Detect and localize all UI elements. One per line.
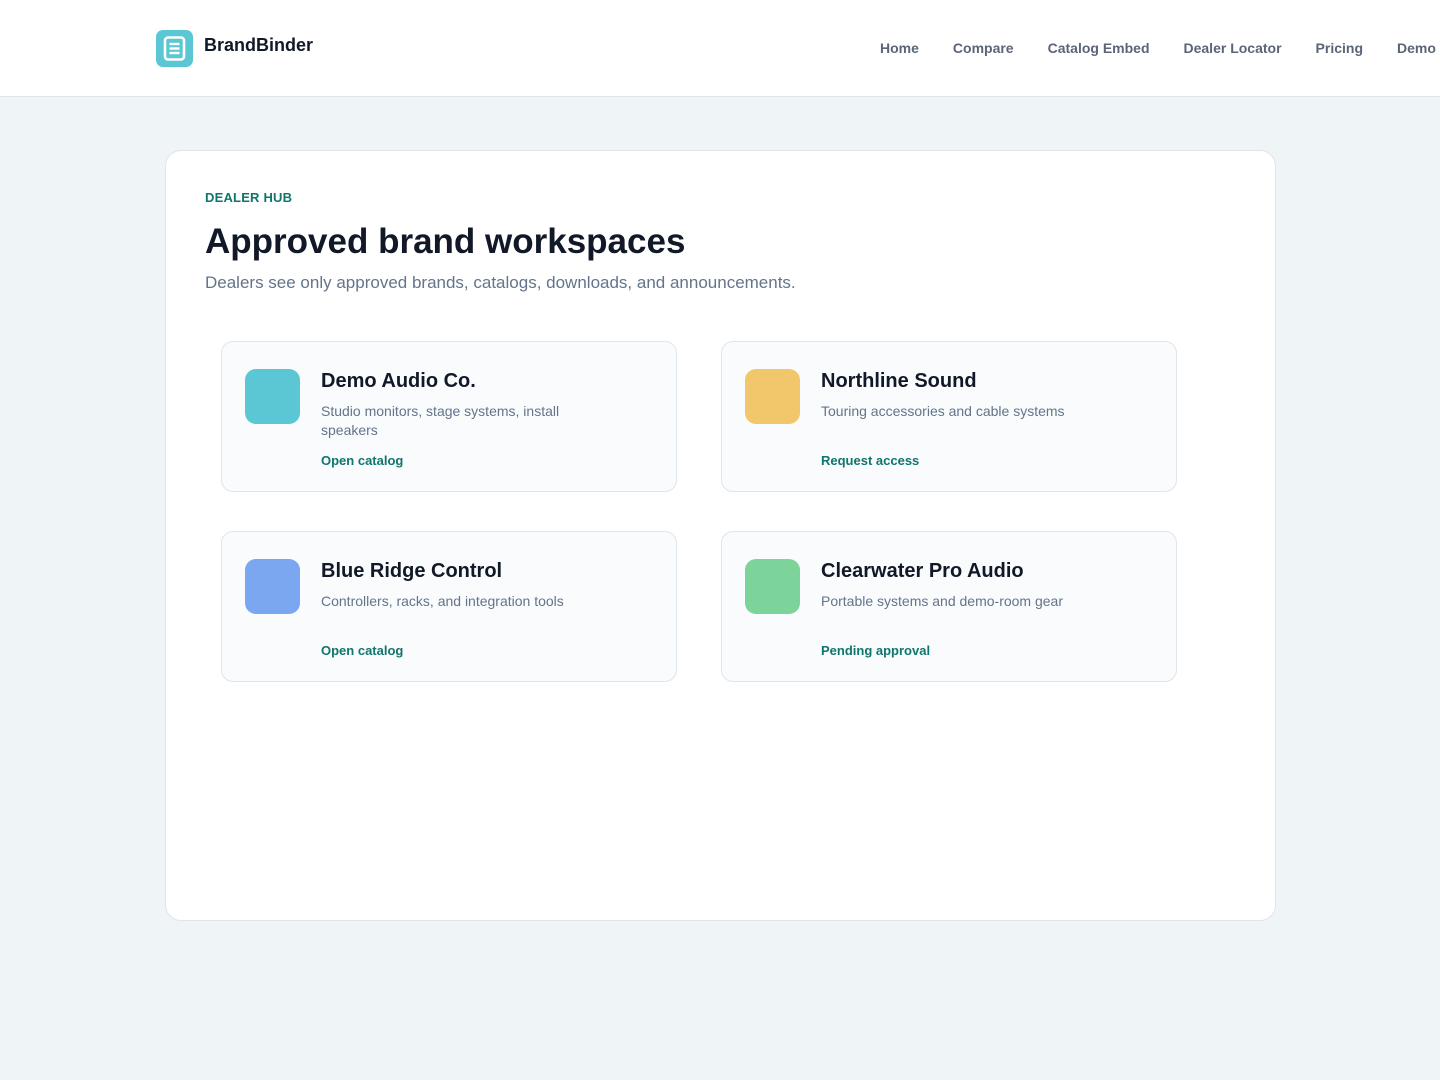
brand-card-demo-audio[interactable]: Demo Audio Co. Studio monitors, stage sy…	[221, 341, 677, 492]
nav-compare[interactable]: Compare	[953, 40, 1014, 56]
brand-color-tile	[745, 369, 800, 424]
brand-color-tile	[245, 559, 300, 614]
brand-card-description: Studio monitors, stage systems, install …	[321, 403, 560, 438]
brand-card-clearwater[interactable]: Clearwater Pro Audio Portable systems an…	[721, 531, 1177, 682]
nav-catalog-embed[interactable]: Catalog Embed	[1048, 40, 1150, 56]
brand-card-title: Demo Audio Co.	[321, 370, 476, 392]
open-catalog-link[interactable]: Open catalog	[321, 643, 403, 658]
open-catalog-link[interactable]: Open catalog	[321, 453, 403, 468]
brand-card-description: Touring accessories and cable systems	[821, 403, 1065, 419]
brand-home-link[interactable]: BrandBinder	[156, 30, 313, 67]
pending-approval-link[interactable]: Pending approval	[821, 643, 930, 658]
brand-card-blue-ridge[interactable]: Blue Ridge Control Controllers, racks, a…	[221, 531, 677, 682]
dealer-hub-panel: DEALER HUB Approved brand workspaces Dea…	[165, 150, 1276, 921]
brand-card-northline[interactable]: Northline Sound Touring accessories and …	[721, 341, 1177, 492]
brand-name: BrandBinder	[204, 35, 314, 55]
main-nav: Home Compare Catalog Embed Dealer Locato…	[880, 40, 1440, 56]
brand-color-tile	[245, 369, 300, 424]
top-navigation-bar: BrandBinder Home Compare Catalog Embed D…	[0, 0, 1440, 97]
brand-card-title: Northline Sound	[821, 370, 977, 392]
brand-card-description: Portable systems and demo-room gear	[821, 593, 1063, 609]
nav-pricing[interactable]: Pricing	[1316, 40, 1363, 56]
brand-card-title: Clearwater Pro Audio	[821, 560, 1024, 582]
binder-icon	[156, 30, 193, 67]
brand-card-description: Controllers, racks, and integration tool…	[321, 593, 564, 609]
page-title: Approved brand workspaces	[205, 222, 686, 261]
nav-home[interactable]: Home	[880, 40, 919, 56]
request-access-link[interactable]: Request access	[821, 453, 919, 468]
brand-card-title: Blue Ridge Control	[321, 560, 503, 582]
nav-dealer-locator[interactable]: Dealer Locator	[1184, 40, 1282, 56]
brand-color-tile	[745, 559, 800, 614]
section-eyebrow: DEALER HUB	[205, 190, 293, 205]
nav-demo[interactable]: Demo	[1397, 40, 1436, 56]
page-subtitle: Dealers see only approved brands, catalo…	[205, 273, 796, 292]
